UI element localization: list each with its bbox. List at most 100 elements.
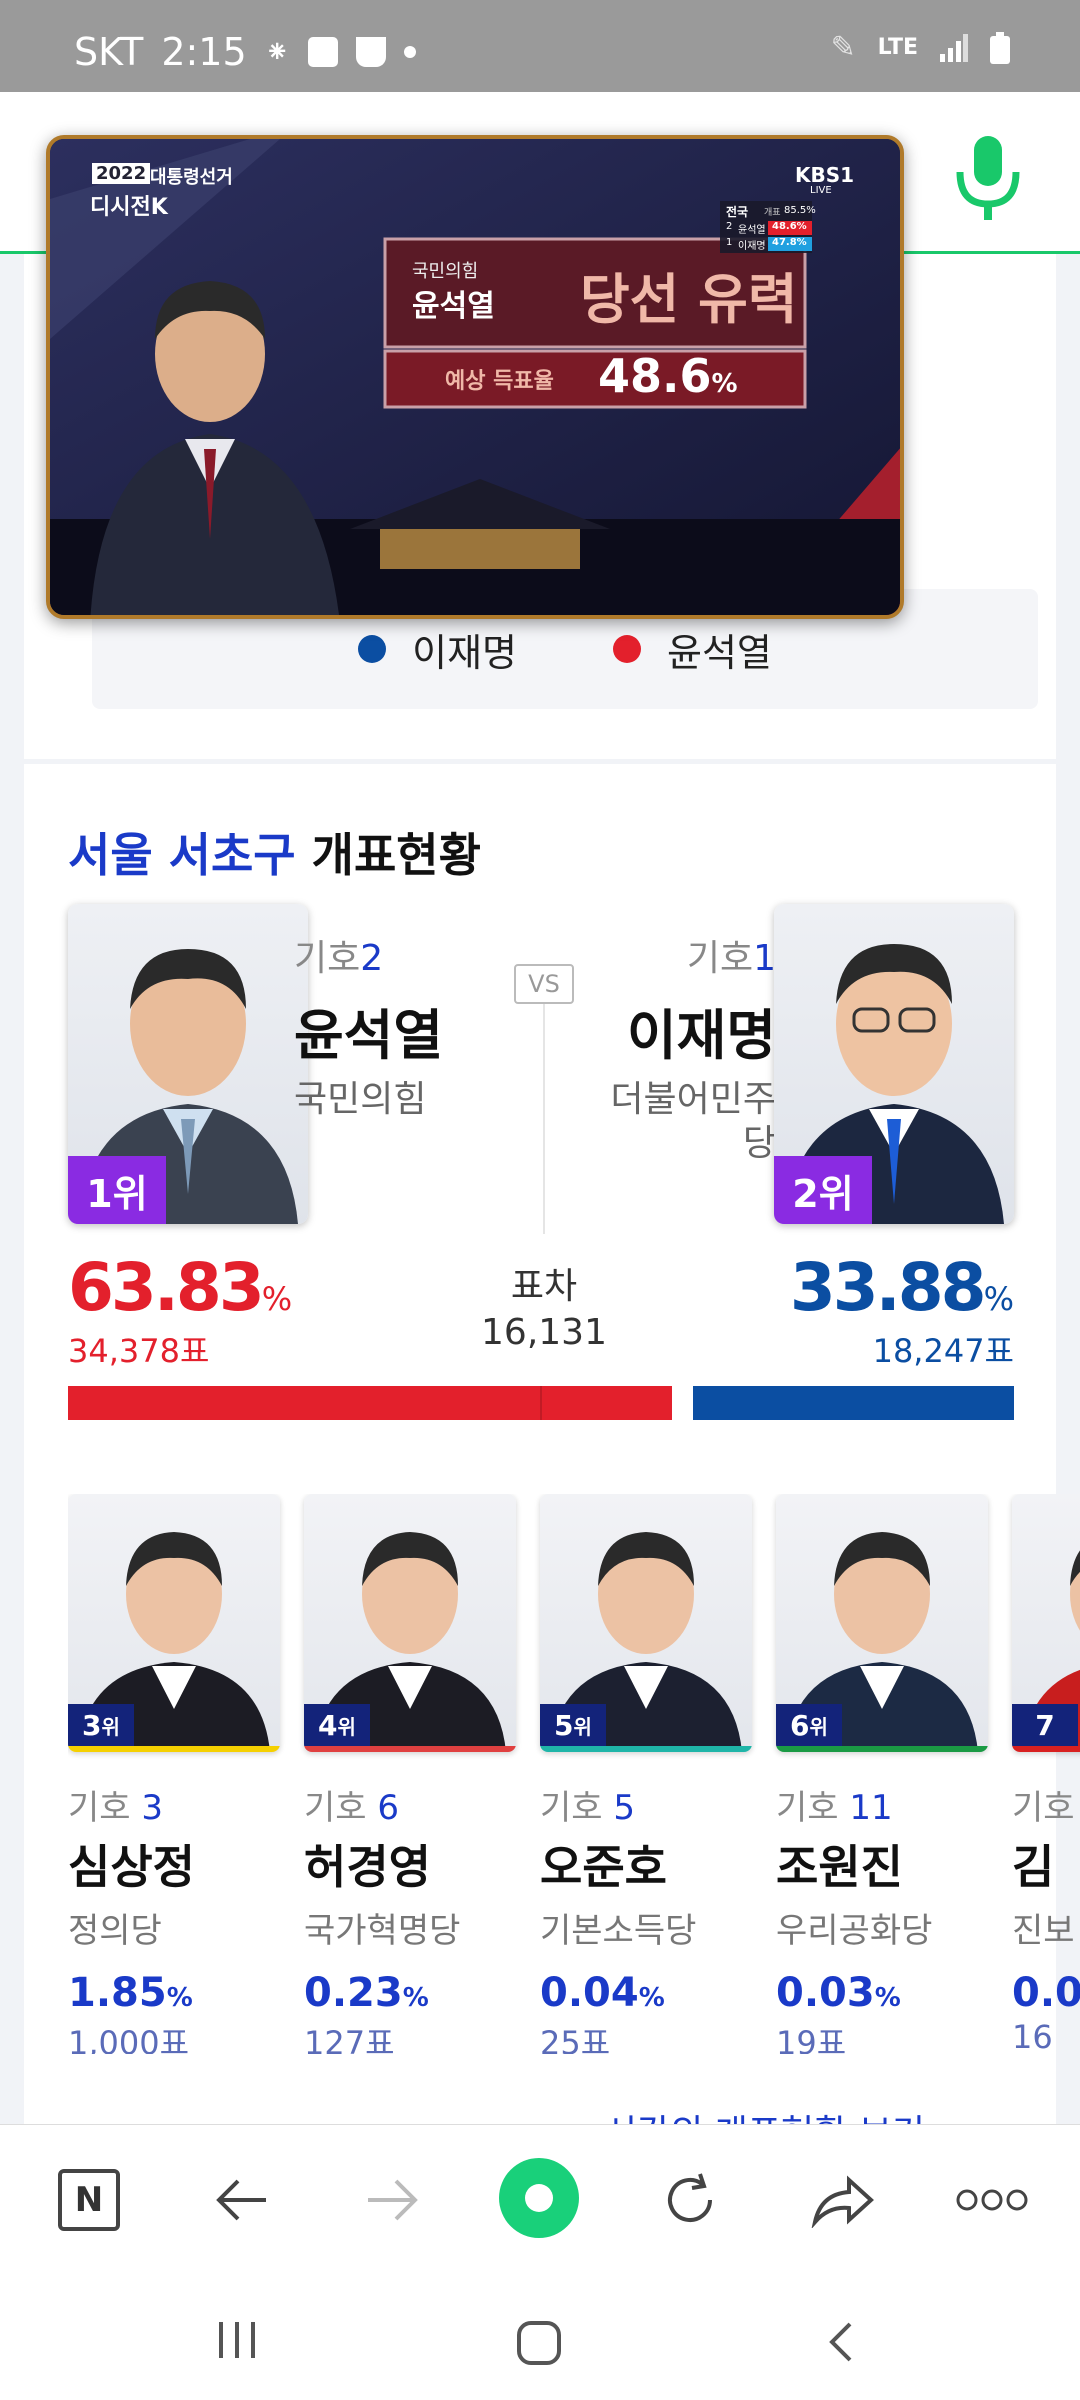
green-dot-button[interactable] xyxy=(496,2155,582,2241)
overlay-forecast-value: 48.6% xyxy=(598,349,738,403)
share-button[interactable] xyxy=(808,2165,878,2235)
vote-count: 1,000표 xyxy=(68,2024,190,2054)
rank-badge: 4위 xyxy=(304,1704,370,1746)
nationwide-label: 전국 xyxy=(726,205,749,219)
forward-button[interactable] xyxy=(357,2165,427,2235)
candidate-name: 윤석열 xyxy=(294,1004,444,1067)
candidate-card[interactable]: 5 위 기호 5 오준호 기본소득당 0.04% 25표 xyxy=(540,1494,752,2054)
live-label: LIVE xyxy=(810,185,832,196)
naver-home-button[interactable]: N xyxy=(54,2165,124,2235)
broadcast-event: 대통령선거 xyxy=(150,167,233,188)
broadcast-program: 디시전K xyxy=(90,195,168,220)
rank-badge: 3위 xyxy=(68,1704,134,1746)
candidate-photo: 5위 xyxy=(540,1494,752,1752)
home-icon[interactable] xyxy=(516,2320,562,2366)
giho-number: 기호 6 xyxy=(304,1788,400,1828)
count-rate: 85.5% xyxy=(784,205,816,216)
giho-number: 기호 3 xyxy=(68,1788,164,1828)
party-color-stripe xyxy=(776,1746,988,1752)
mini-row-pct: 47.8% xyxy=(772,237,807,248)
candidate-name: 이재명 xyxy=(626,1004,776,1067)
candidate-photo: 6위 xyxy=(776,1494,988,1752)
vote-share: 0.23% xyxy=(304,1970,429,2016)
candidate-photo: 3위 xyxy=(68,1494,280,1752)
candidate-card[interactable]: 4 위 기호 6 허경영 국가혁명당 0.23% 127표 xyxy=(304,1494,516,2054)
legend-label: 이재명 xyxy=(412,630,517,675)
candidate-name: 김 xyxy=(1012,1840,1055,1894)
back-button[interactable] xyxy=(207,2165,277,2235)
vote-share-yoon: 63.83% xyxy=(68,1249,293,1326)
party-name: 진보 xyxy=(1012,1911,1075,1951)
candidate-info-lee: 기호1 이재명 더불어민주 당 xyxy=(610,929,776,1166)
legend-item-lee: 이재명 xyxy=(358,622,517,677)
status-bar: SKT 2:15 ⁕ ✎ LTE xyxy=(0,0,1080,92)
party-color-stripe xyxy=(1012,1746,1080,1752)
other-candidates-list[interactable]: 3 위 기호 3 심상정 정의당 1.85% 1,000표 4 위 기호 6 허경영 국가혁명당 0.2… xyxy=(68,1494,1080,2054)
refresh-button[interactable] xyxy=(655,2165,725,2235)
more-dots-icon xyxy=(956,2189,1028,2211)
legend-item-yoon: 윤석열 xyxy=(613,622,772,677)
diff-label: 표차 xyxy=(510,1266,578,1307)
view-more-link[interactable]: 시간의 개표현황 보기 › xyxy=(604,2104,951,2124)
overlay-name: 윤석열 xyxy=(412,289,495,324)
section-title: 서울 서초구 개표현황 xyxy=(68,819,481,885)
more-button[interactable] xyxy=(952,2165,1032,2235)
vote-share: 0.04% xyxy=(540,1970,665,2016)
time-label: 2:15 xyxy=(161,30,247,74)
party-color-stripe xyxy=(304,1746,516,1752)
vote-share-lee: 33.88% xyxy=(789,1249,1014,1326)
divider xyxy=(543,1004,545,1234)
bar-midline xyxy=(540,1386,542,1420)
forward-arrow-icon xyxy=(368,2179,418,2221)
rank-badge: 2위 xyxy=(774,1156,872,1224)
candidate-name: 조원진 xyxy=(776,1840,903,1894)
microphone-icon[interactable] xyxy=(952,132,1024,222)
mini-row-num: 2 xyxy=(726,221,733,232)
candidate-name: 심상정 xyxy=(68,1840,195,1894)
vote-difference: 표차 16,131 xyxy=(464,1264,624,1356)
share-arrow-icon xyxy=(811,2175,874,2228)
rank-badge: 6위 xyxy=(776,1704,842,1746)
naver-home-icon: N xyxy=(58,2169,120,2231)
candidate-card[interactable]: 7 기호 김 진보 0.0 16 xyxy=(1012,1494,1080,2054)
cup-icon xyxy=(355,37,386,67)
back-icon[interactable] xyxy=(826,2320,856,2364)
pen-icon: ✎ xyxy=(830,30,856,65)
candidate-photo-yoon[interactable]: 1위 xyxy=(68,904,308,1224)
rank-badge: 7 xyxy=(1012,1704,1078,1746)
blue-dot-icon xyxy=(358,635,387,663)
district-name: 서울 서초구 xyxy=(68,828,296,882)
vote-share: 0.0 xyxy=(1012,1970,1080,2016)
system-nav-bar xyxy=(0,2274,1080,2400)
legend-label: 윤석열 xyxy=(667,630,772,675)
steps-icon: ⁕ xyxy=(264,34,290,70)
live-broadcast-video[interactable]: 2022 대통령선거 디시전K KBS1 LIVE 전국 개표 85.5% 2 … xyxy=(46,135,904,619)
candidate-info-yoon: 기호2 윤석열 국민의힘 xyxy=(294,929,443,1122)
vote-count: 19표 xyxy=(776,2024,847,2054)
shopping-bag-icon xyxy=(307,37,338,67)
diff-value: 16,131 xyxy=(481,1312,607,1353)
browser-toolbar: N xyxy=(0,2124,1080,2274)
mini-row-name: 윤석열 xyxy=(738,225,766,236)
giho-number: 기호2 xyxy=(294,938,384,979)
candidate-photo-lee[interactable]: 2위 xyxy=(774,904,1014,1224)
candidate-card[interactable]: 3 위 기호 3 심상정 정의당 1.85% 1,000표 xyxy=(68,1494,280,2054)
network-label: LTE xyxy=(877,35,918,60)
green-dot-icon xyxy=(499,2158,579,2238)
carrier-label: SKT xyxy=(74,30,144,74)
party-color-stripe xyxy=(68,1746,280,1752)
candidate-photo: 7 xyxy=(1012,1494,1080,1752)
share-bar-yoon xyxy=(68,1386,672,1420)
candidate-card[interactable]: 6 위 기호 11 조원진 우리공화당 0.03% 19표 xyxy=(776,1494,988,2054)
vote-count-yoon: 34,378표 xyxy=(68,1332,210,1370)
giho-number: 기호 xyxy=(1012,1788,1075,1828)
broadcaster-logo: KBS1 xyxy=(795,163,855,187)
rank-badge: 1위 xyxy=(68,1156,166,1224)
district-result-card: 서울 서초구 개표현황 1위 기호2 윤석열 국민의힘 VS 기호1 이재명 더… xyxy=(24,764,1080,2124)
recent-apps-icon[interactable] xyxy=(215,2320,259,2360)
party-name: 우리공화당 xyxy=(776,1911,933,1951)
vs-badge: VS xyxy=(514,964,574,1004)
party-name: 국민의힘 xyxy=(294,1079,427,1120)
battery-icon xyxy=(990,31,1010,64)
notification-dot-icon xyxy=(403,46,416,58)
